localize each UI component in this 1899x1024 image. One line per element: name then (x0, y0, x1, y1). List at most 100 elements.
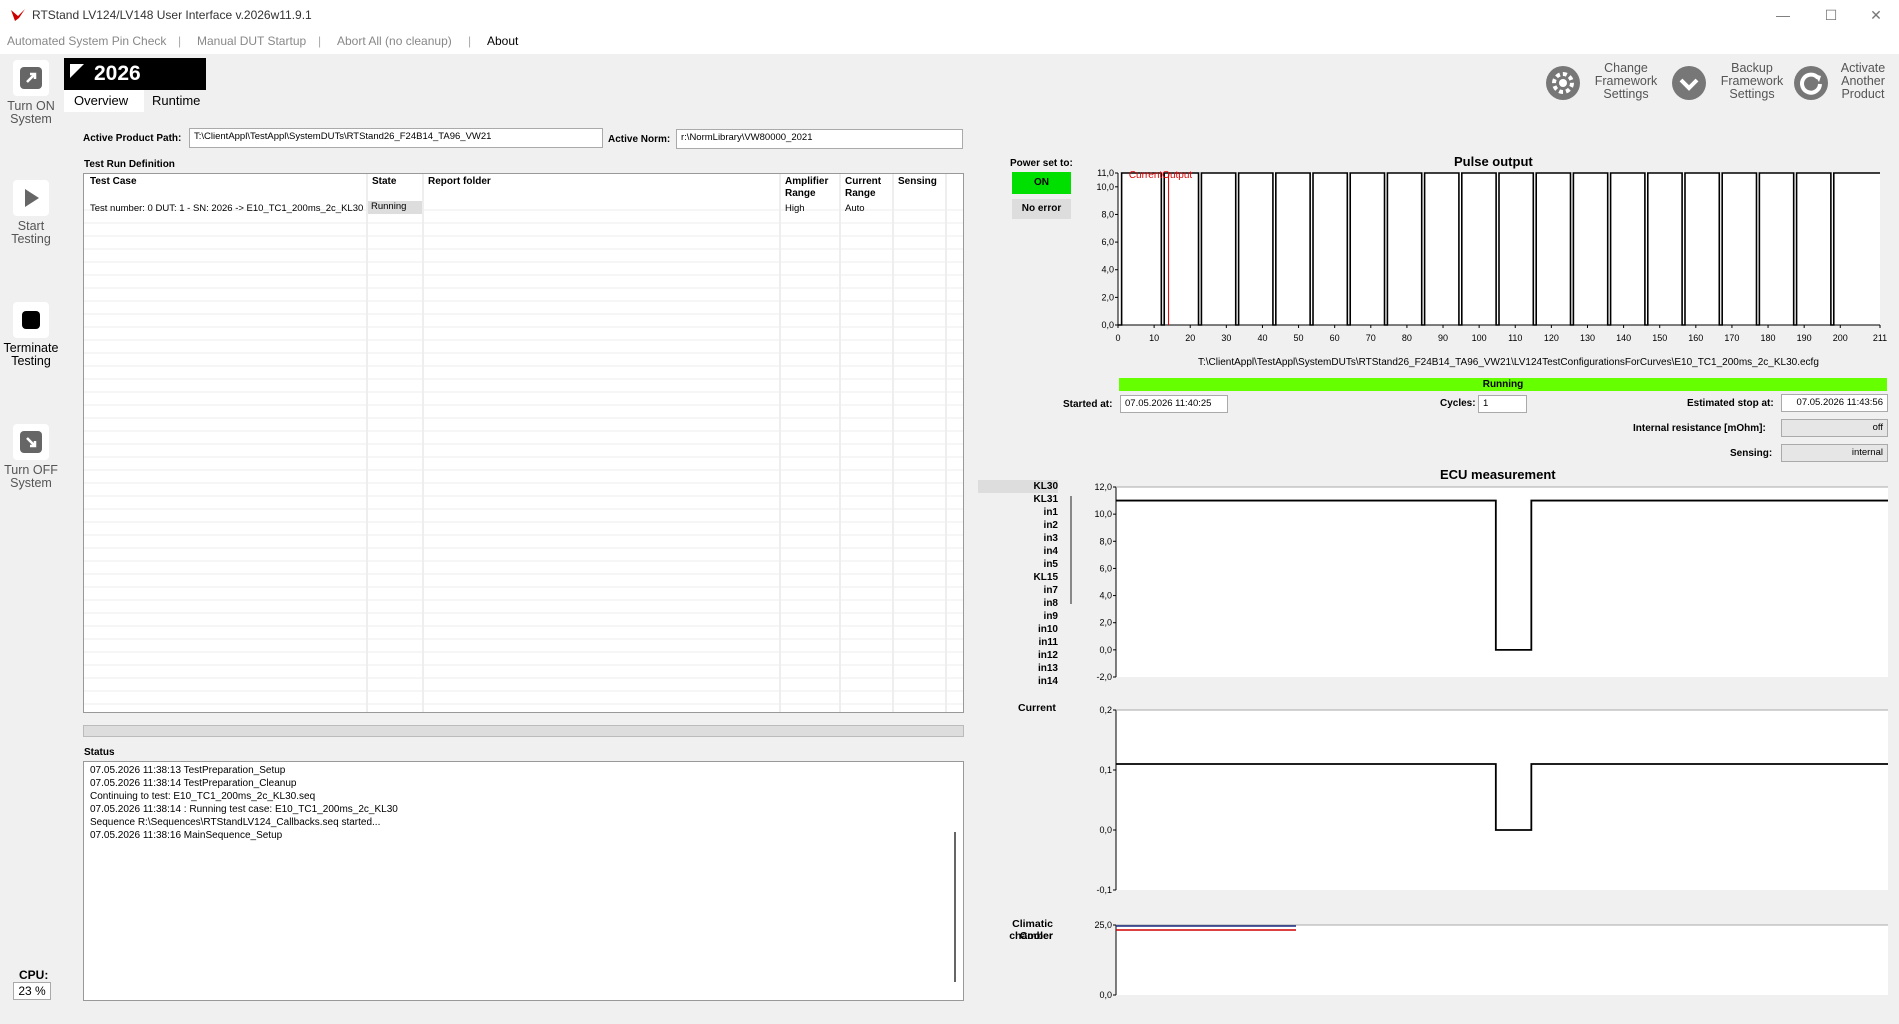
turn-on-label: Turn ON System (7, 99, 55, 126)
ecu-channel-list: KL30 KL31 in1 in2 in3 in4 in5 KL15 in7 in8 in9 in10… (978, 480, 1058, 688)
pulse-x-tick: 160 (1688, 333, 1703, 343)
error-indicator: No error (1012, 199, 1071, 219)
ecu-channel-in8[interactable]: in8 (978, 597, 1058, 610)
menu-separator: | (178, 34, 182, 48)
ecu-channel-in14[interactable]: in14 (978, 675, 1058, 688)
col-amplifier-range: Amplifier Range (785, 176, 829, 199)
cycles-label: Cycles: (1440, 398, 1476, 409)
ecu-y-tick: 2,0 (1099, 618, 1112, 628)
ecu-channel-kl31[interactable]: KL31 (978, 493, 1058, 506)
terminate-testing-button[interactable]: Terminate Testing (0, 302, 62, 368)
pulse-x-tick: 90 (1438, 333, 1448, 343)
pulse-x-tick: 20 (1185, 333, 1195, 343)
current-y-tick: 0,0 (1099, 825, 1112, 835)
activate-product-label: Activate Another Product (1840, 61, 1886, 101)
status-line: 07.05.2026 11:38:13 TestPreparation_Setu… (90, 765, 286, 776)
pulse-x-tick: 200 (1833, 333, 1848, 343)
ecu-channel-in10[interactable]: in10 (978, 623, 1058, 636)
menu-pin-check[interactable]: Automated System Pin Check (7, 34, 166, 48)
maximize-button[interactable]: ☐ (1808, 0, 1854, 30)
product-path-field[interactable]: T:\ClientAppl\TestAppl\SystemDUTs\RTStan… (189, 128, 603, 148)
minimize-button[interactable]: — (1760, 0, 1806, 30)
row-test-case[interactable]: Test number: 0 DUT: 1 - SN: 2026 -> E10_… (90, 203, 365, 214)
col-test-case: Test Case (90, 176, 137, 187)
status-log: 07.05.2026 11:38:13 TestPreparation_Setu… (83, 761, 964, 1001)
pulse-x-tick: 150 (1652, 333, 1667, 343)
ecu-plot-area (1116, 487, 1888, 677)
backup-settings-label: Backup Framework Settings (1720, 61, 1784, 101)
pulse-x-tick: 30 (1221, 333, 1231, 343)
sidebar: Turn ON System Start Testing Terminate T… (0, 54, 62, 1024)
terminate-testing-label: Terminate Testing (3, 341, 59, 368)
menu-about[interactable]: About (487, 34, 518, 48)
title-bar: RTStand LV124/LV148 User Interface v.202… (0, 0, 1899, 30)
stop-icon (13, 302, 49, 338)
progress-bar (83, 725, 964, 737)
pulse-x-tick: 70 (1366, 333, 1376, 343)
play-icon (13, 180, 49, 216)
pulse-y-tick: 10,0 (1096, 182, 1114, 192)
status-scrollbar[interactable] (954, 832, 956, 982)
ecu-channel-in4[interactable]: in4 (978, 545, 1058, 558)
climatic-chart: 25,0 0,0 (1094, 920, 1888, 1000)
ecu-y-tick: 0,0 (1099, 645, 1112, 655)
tab-runtime[interactable]: Runtime (152, 93, 200, 108)
status-lines: 07.05.2026 11:38:13 TestPreparation_Setu… (90, 764, 398, 842)
ecu-channel-in11[interactable]: in11 (978, 636, 1058, 649)
status-line: 07.05.2026 11:38:14 TestPreparation_Clea… (90, 778, 297, 789)
tab-overview[interactable]: Overview (64, 90, 144, 112)
pulse-x-tick: 211 (1873, 333, 1887, 343)
col-current-range: Current Range (845, 176, 882, 199)
ecu-channel-kl30[interactable]: KL30 (978, 480, 1058, 493)
pulse-y-tick: 2,0 (1101, 292, 1114, 302)
year-badge: 2026 (64, 58, 206, 90)
menu-abort-all[interactable]: Abort All (no cleanup) (337, 34, 452, 48)
power-off-icon (13, 424, 49, 460)
ecu-channel-in3[interactable]: in3 (978, 532, 1058, 545)
pulse-x-tick: 60 (1330, 333, 1340, 343)
test-run-table: Test Case State Report folder Amplifier … (83, 173, 964, 713)
turn-on-system-button[interactable]: Turn ON System (0, 60, 62, 126)
status-title: Status (84, 747, 115, 758)
started-label: Started at: (1063, 399, 1113, 410)
cpu-label: CPU: (19, 968, 49, 982)
current-y-tick: 0,2 (1099, 705, 1112, 715)
product-path-label: Active Product Path: (83, 133, 182, 144)
corner-icon (70, 64, 84, 78)
pulse-y-tick: 11,0 (1097, 168, 1114, 178)
started-field: 07.05.2026 11:40:25 (1120, 395, 1228, 413)
run-state-bar: Running (1119, 378, 1887, 391)
ecu-y-tick: -2,0 (1096, 672, 1112, 682)
window-title: RTStand LV124/LV148 User Interface v.202… (32, 8, 312, 22)
ecu-chart: 12,0 10,0 8,0 6,0 4,0 2,0 0,0 -2,0 (1094, 482, 1888, 682)
ecu-channel-in5[interactable]: in5 (978, 558, 1058, 571)
close-button[interactable]: ✕ (1853, 0, 1899, 30)
ecu-channel-kl15[interactable]: KL15 (978, 571, 1058, 584)
pulse-y-tick: 8,0 (1101, 209, 1114, 219)
turn-off-system-button[interactable]: Turn OFF System (0, 424, 62, 490)
row-state: Running (368, 201, 422, 214)
ecu-channel-in12[interactable]: in12 (978, 649, 1058, 662)
current-label: Current (1018, 702, 1056, 714)
current-y-tick: -0,1 (1096, 885, 1112, 895)
ecu-channel-in1[interactable]: in1 (978, 506, 1058, 519)
ecu-channel-in9[interactable]: in9 (978, 610, 1058, 623)
pulse-y-tick: 0,0 (1101, 320, 1114, 330)
ecu-channel-in13[interactable]: in13 (978, 662, 1058, 675)
turn-off-label: Turn OFF System (4, 463, 58, 490)
pulse-x-tick: 10 (1149, 333, 1159, 343)
ecu-channel-in7[interactable]: in7 (978, 584, 1058, 597)
status-line: 07.05.2026 11:38:14 : Running test case:… (90, 804, 398, 815)
pulse-chart: 11,0 10,0 8,0 6,0 4,0 2,0 0,00 10 20 30 40 50 60 70 80… (1096, 168, 1887, 343)
norm-label: Active Norm: (608, 134, 671, 145)
ecu-channel-in2[interactable]: in2 (978, 519, 1058, 532)
current-chart: 0,2 0,1 0,0 -0,1 (1096, 705, 1888, 895)
gear-icon (1546, 66, 1580, 100)
start-testing-button[interactable]: Start Testing (0, 180, 62, 246)
pulse-x-tick: 180 (1761, 333, 1776, 343)
menu-manual-startup[interactable]: Manual DUT Startup (197, 34, 306, 48)
norm-field[interactable]: r:\NormLibrary\VW80000_2021 (676, 129, 963, 149)
cooler-label: Cooler (1019, 930, 1053, 942)
pulse-x-tick: 130 (1580, 333, 1595, 343)
current-plot-area (1116, 710, 1888, 890)
